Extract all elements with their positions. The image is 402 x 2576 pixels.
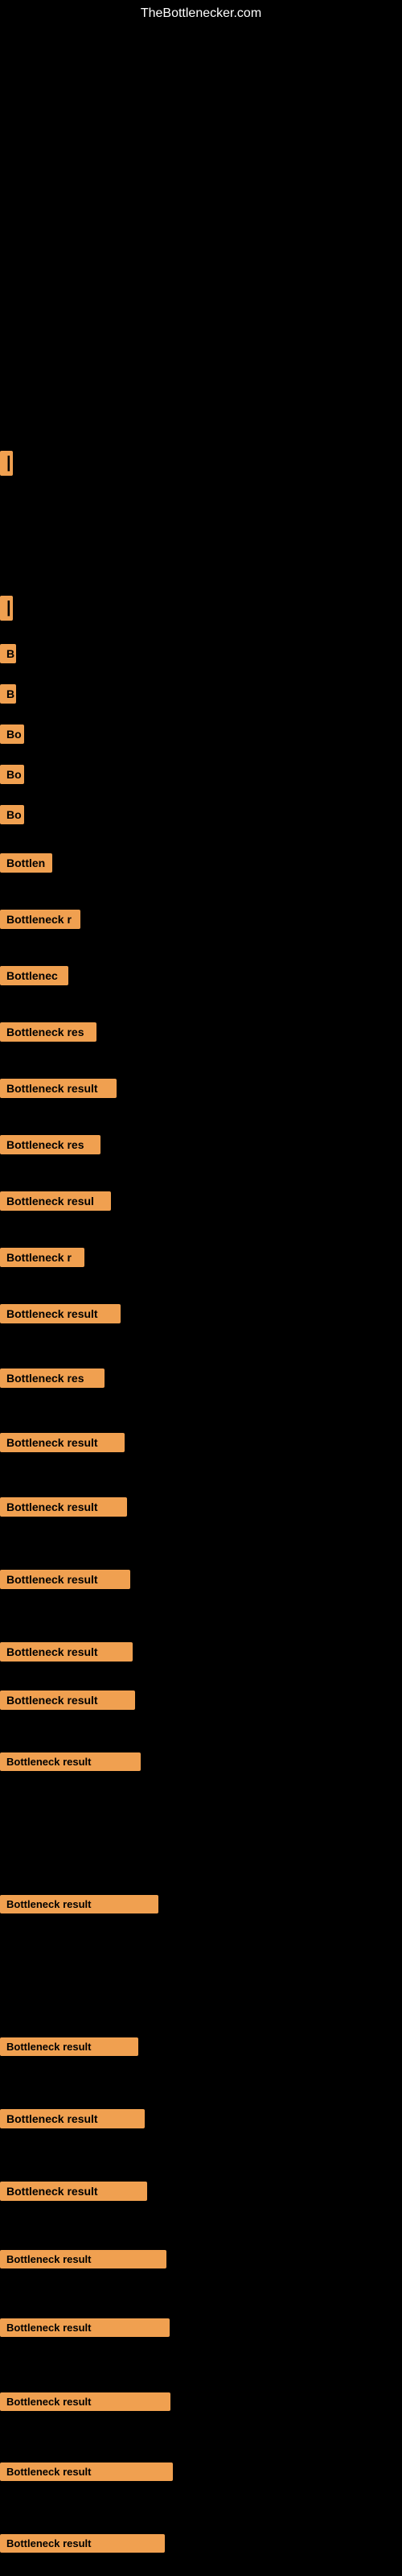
bottleneck-partial-item: Bottleneck res xyxy=(0,1135,100,1154)
bottleneck-partial-item: Bottleneck result xyxy=(0,1304,121,1323)
bottleneck-partial-item: Bottlen xyxy=(0,853,52,873)
bottleneck-partial-item: Bottleneck r xyxy=(0,1248,84,1267)
bottleneck-partial-item: Bottlenec xyxy=(0,966,68,985)
bottleneck-partial-item: Bottleneck result xyxy=(0,1690,135,1710)
bottleneck-partial-item: Bottleneck result xyxy=(0,1433,125,1452)
bottleneck-partial-item: B xyxy=(0,684,16,704)
bottleneck-partial-item: Bo xyxy=(0,805,24,824)
bottleneck-partial-item: | xyxy=(0,451,13,476)
bottleneck-partial-item: Bottleneck res xyxy=(0,1022,96,1042)
bottleneck-partial-item: Bo xyxy=(0,724,24,744)
bottleneck-result-item: Bottleneck result xyxy=(0,2462,173,2481)
bottleneck-partial-item: Bottleneck result xyxy=(0,1497,127,1517)
bottleneck-partial-item: Bottleneck result xyxy=(0,2182,147,2201)
bottleneck-result-item: Bottleneck result xyxy=(0,2250,166,2268)
bottleneck-result-item: Bottleneck result xyxy=(0,2037,138,2056)
bottleneck-partial-item: Bottleneck result xyxy=(0,1642,133,1662)
bottleneck-partial-item: Bo xyxy=(0,765,24,784)
bottleneck-partial-item: Bottleneck res xyxy=(0,1368,105,1388)
bottleneck-partial-item: Bottleneck result xyxy=(0,1570,130,1589)
bottleneck-partial-item: Bottleneck resul xyxy=(0,1191,111,1211)
bottleneck-result-item: Bottleneck result xyxy=(0,1895,158,1913)
bottleneck-partial-item: B xyxy=(0,644,16,663)
bottleneck-result-item: Bottleneck result xyxy=(0,1752,141,1771)
bottleneck-partial-item: Bottleneck result xyxy=(0,1079,117,1098)
bottleneck-partial-item: | xyxy=(0,596,13,621)
bottleneck-result-item: Bottleneck result xyxy=(0,2392,170,2411)
bottleneck-result-item: Bottleneck result xyxy=(0,2534,165,2553)
site-title: TheBottlenecker.com xyxy=(0,0,402,21)
bottleneck-partial-item: Bottleneck r xyxy=(0,910,80,929)
bottleneck-result-item: Bottleneck result xyxy=(0,2318,170,2337)
bottleneck-partial-item: Bottleneck result xyxy=(0,2109,145,2128)
